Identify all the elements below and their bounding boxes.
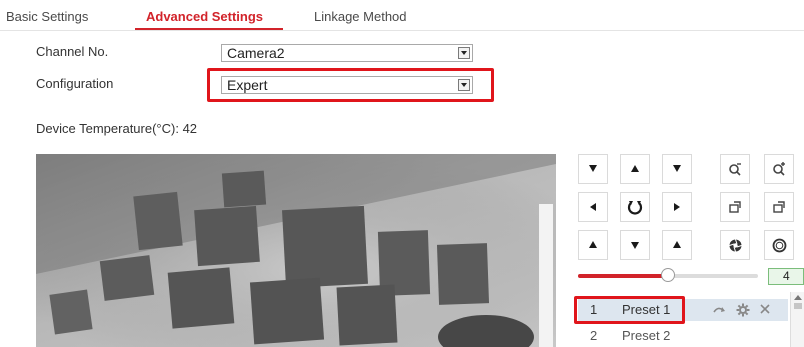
chevron-down-icon[interactable] [458,47,470,59]
arrow-down-left-icon[interactable] [578,230,608,260]
live-video-view[interactable] [36,154,556,347]
preset-list-scrollbar[interactable] [790,292,804,347]
focus-near-icon[interactable] [720,192,750,222]
configuration-label: Configuration [36,76,114,91]
ptz-speed-slider-fill [578,274,668,278]
arrow-left-icon[interactable] [578,192,608,222]
set-preset-icon[interactable] [736,303,750,317]
arrow-up-left-icon[interactable] [578,154,608,184]
active-tab-indicator [135,28,283,30]
arrow-right-icon[interactable] [662,192,692,222]
focus-far-icon[interactable] [764,192,794,222]
tab-basic-settings[interactable]: Basic Settings [6,9,88,24]
preset-row-2[interactable]: 2 Preset 2 [578,325,788,347]
configuration-select-value: Expert [227,77,268,93]
device-temperature: Device Temperature(°C): 42 [36,121,197,136]
arrow-up-icon[interactable] [620,154,650,184]
channel-select-value: Camera2 [227,45,285,61]
tab-advanced-settings[interactable]: Advanced Settings [146,9,263,24]
arrow-down-right-icon[interactable] [662,230,692,260]
zoom-in-icon[interactable] [764,154,794,184]
preset-name: Preset 2 [622,328,671,343]
video-frame-image [36,154,556,347]
auto-pan-icon[interactable] [620,192,650,222]
delete-preset-icon[interactable] [758,303,772,317]
preset-highlight-box [574,296,685,324]
zoom-out-icon[interactable] [720,154,750,184]
device-temperature-value: 42 [182,121,198,136]
preset-number: 2 [590,328,598,343]
arrow-down-icon[interactable] [620,230,650,260]
iris-open-icon[interactable] [764,230,794,260]
arrow-up-right-icon[interactable] [662,154,692,184]
channel-label: Channel No. [36,44,109,59]
ptz-control-panel [578,154,804,262]
tab-bar: Basic Settings Advanced Settings Linkage… [0,0,804,31]
call-preset-icon[interactable] [712,303,726,317]
ptz-speed-value: 4 [768,268,804,285]
ptz-speed-slider-thumb[interactable] [661,268,675,282]
tab-linkage-method[interactable]: Linkage Method [314,9,407,24]
device-temperature-label: Device Temperature(°C): [36,121,183,136]
scroll-up-icon[interactable] [791,292,804,312]
chevron-down-icon[interactable] [458,79,470,91]
channel-select[interactable]: Camera2 [221,44,473,62]
configuration-select[interactable]: Expert [221,76,473,94]
iris-close-icon[interactable] [720,230,750,260]
